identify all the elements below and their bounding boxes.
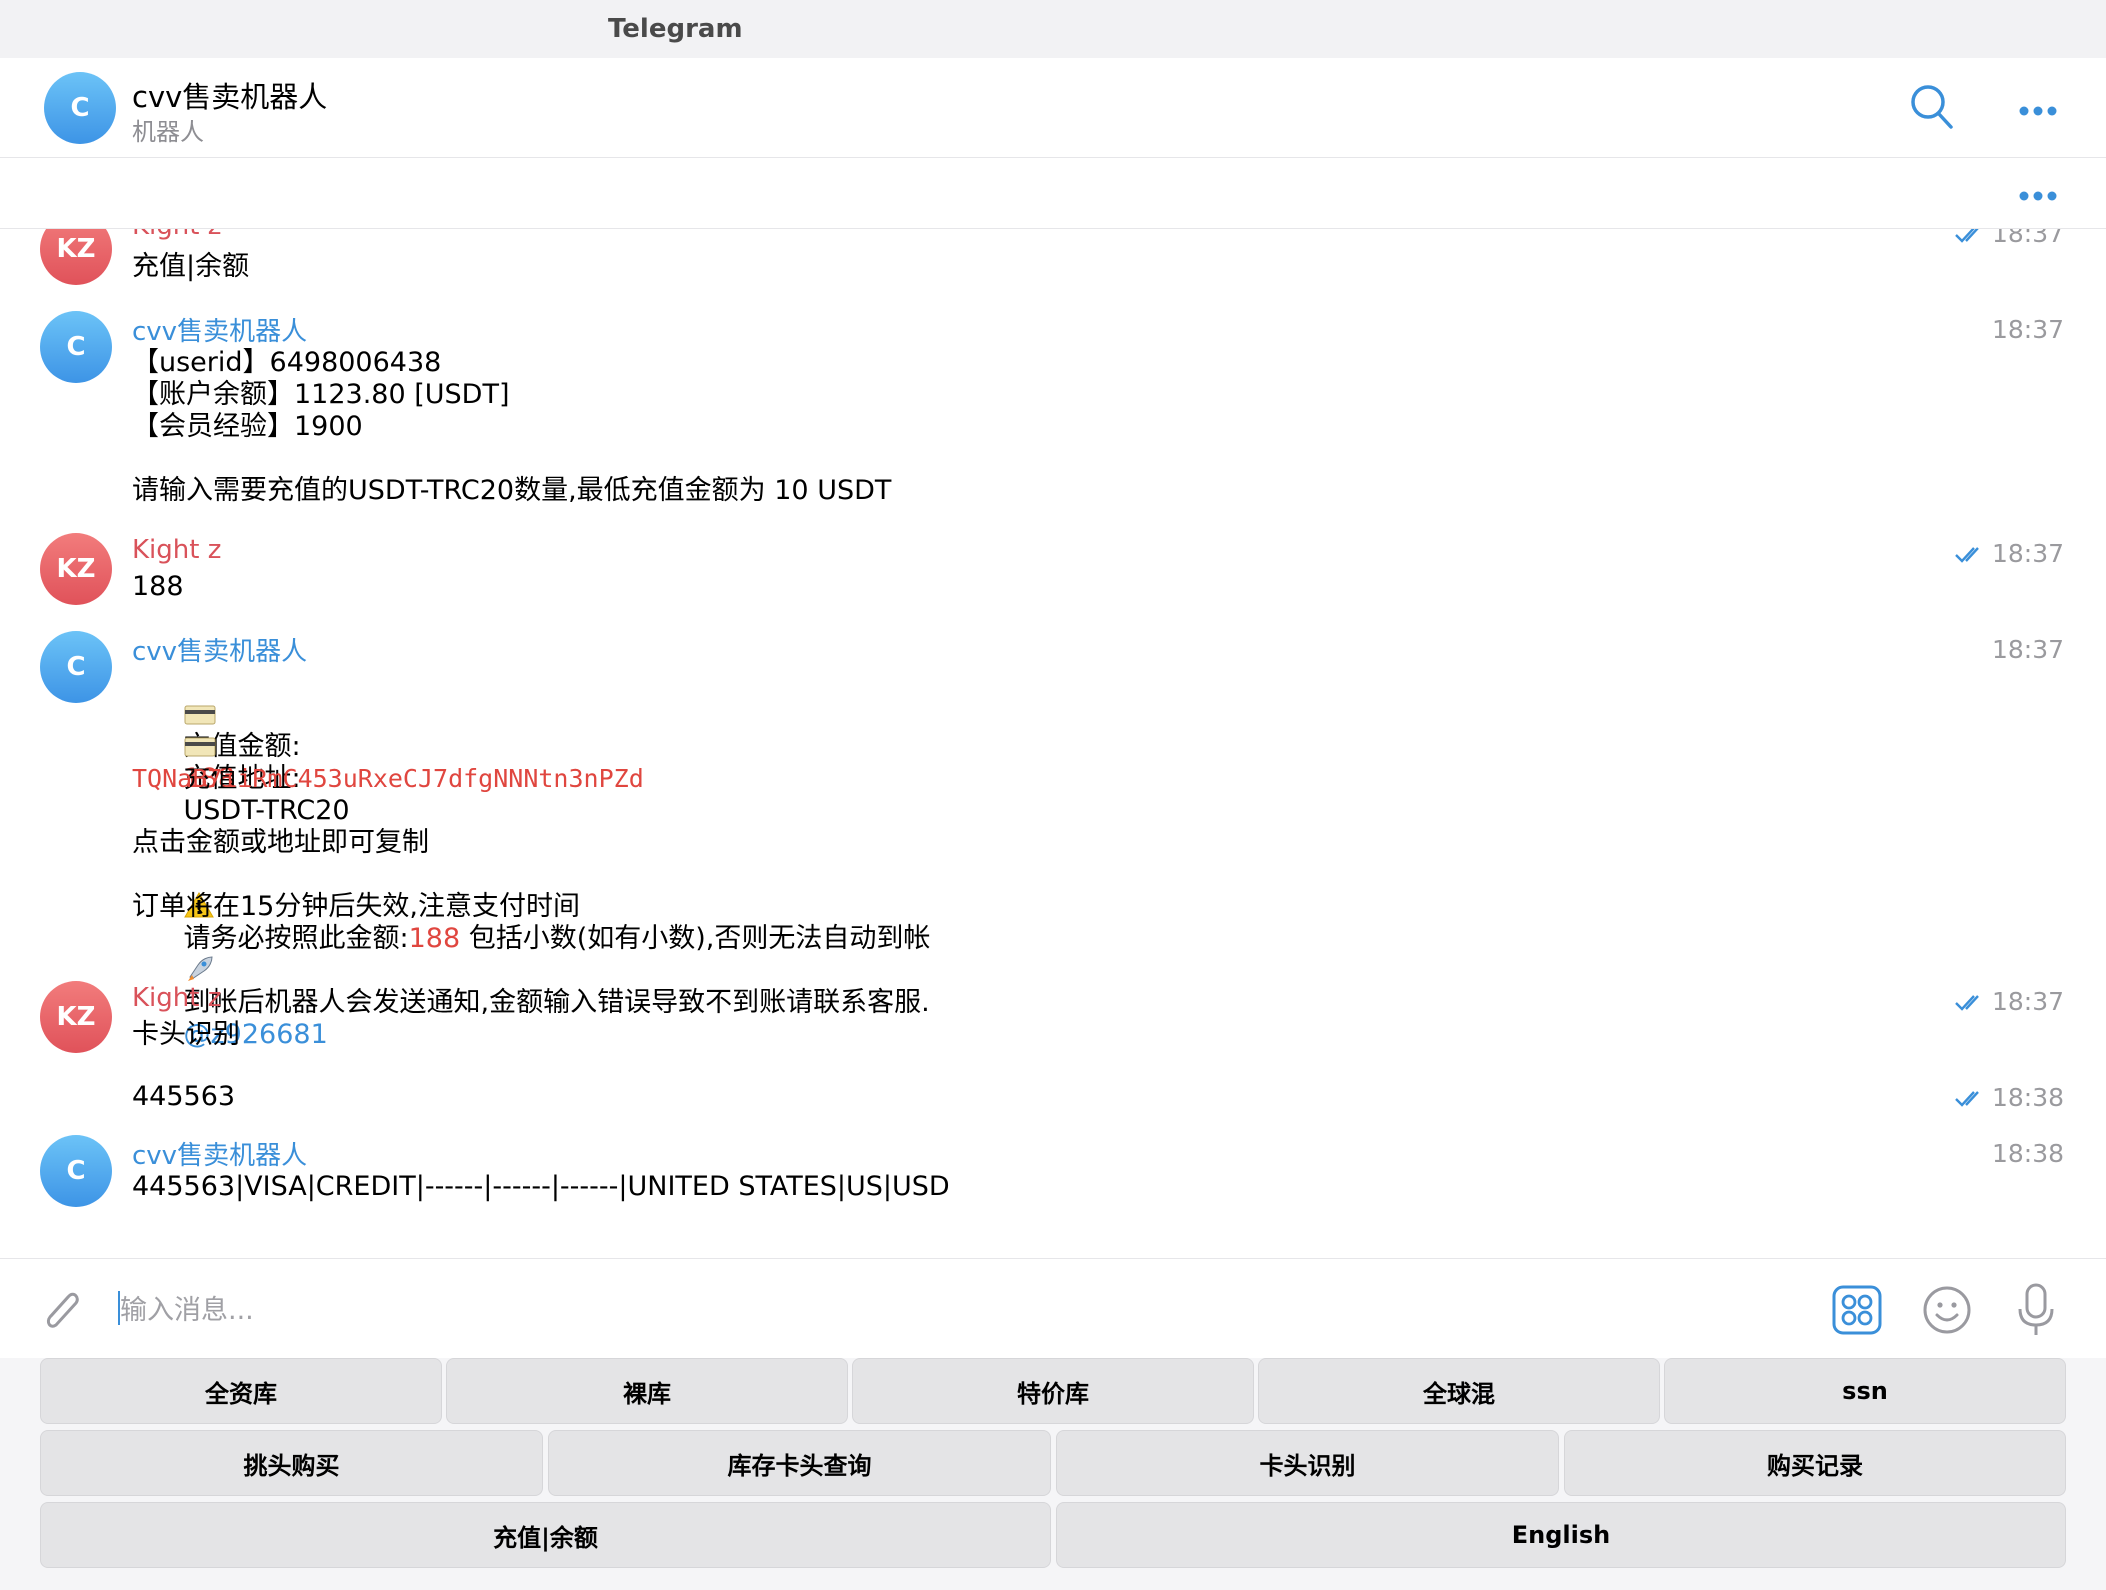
- message-list[interactable]: KZ Kight z 18:37 充值|余额 C cvv售卖机器人 18:37 …: [0, 229, 2106, 1258]
- avatar[interactable]: KZ: [40, 533, 112, 605]
- message-text: 请输入需要充值的USDT-TRC20数量,最低充值金额为 10 USDT: [132, 475, 892, 506]
- avatar[interactable]: KZ: [40, 229, 112, 285]
- message-text: 充值|余额: [132, 251, 250, 282]
- sender-name[interactable]: cvv售卖机器人: [132, 631, 307, 668]
- keyboard-button[interactable]: English: [1056, 1502, 2066, 1568]
- message-text: 【userid】6498006438: [132, 347, 442, 378]
- message-input[interactable]: [118, 1289, 1722, 1331]
- notify-line: 到帐后机器人会发送通知,金额输入错误导致不到账请联系客服. @z926681: [132, 923, 930, 1083]
- message-time: 18:37: [1954, 229, 2064, 250]
- keyboard-button[interactable]: 充值|余额: [40, 1502, 1051, 1568]
- search-icon[interactable]: [1910, 84, 1954, 134]
- chat-header: C cvv售卖机器人 机器人: [0, 58, 2106, 158]
- keyboard-button[interactable]: 库存卡头查询: [548, 1430, 1051, 1496]
- keyboard-button[interactable]: 购买记录: [1564, 1430, 2066, 1496]
- sender-name[interactable]: cvv售卖机器人: [132, 311, 307, 348]
- wallet-address[interactable]: TQNaB7iiRmC453uRxeCJ7dfgNNNtn3nPZd: [132, 763, 644, 795]
- message-text: 188: [132, 571, 184, 602]
- message-time: 18:37: [1954, 539, 2064, 570]
- sender-name[interactable]: cvv售卖机器人: [132, 1135, 307, 1172]
- keyboard-button[interactable]: 挑头购买: [40, 1430, 543, 1496]
- bot-reply-keyboard: 全资库 裸库 特价库 全球混 ssn 挑头购买 库存卡头查询 卡头识别 购买记录…: [0, 1358, 2106, 1590]
- message-text: 【账户余额】1123.80 [USDT]: [132, 379, 510, 410]
- message-time: 18:37: [1991, 635, 2064, 664]
- read-check-icon: [1954, 229, 1986, 250]
- sender-name[interactable]: Kight z: [132, 983, 221, 1013]
- avatar[interactable]: C: [40, 631, 112, 703]
- sender-name[interactable]: Kight z: [132, 535, 221, 565]
- copy-hint: 点击金额或地址即可复制: [132, 827, 429, 858]
- message-time: 18:38: [1991, 1139, 2064, 1168]
- chat-subtitle: 机器人: [132, 118, 204, 146]
- read-check-icon: [1954, 541, 1986, 570]
- bot-keyboard-icon[interactable]: [1832, 1285, 1882, 1339]
- window-titlebar: Telegram: [0, 0, 2106, 59]
- message-input-bar: [0, 1258, 2106, 1359]
- sender-name[interactable]: Kight z: [132, 229, 221, 241]
- message-time: 18:38: [1954, 1083, 2064, 1114]
- message-time: 18:37: [1991, 315, 2064, 344]
- message-text: 445563: [132, 1081, 236, 1112]
- keyboard-button[interactable]: 全球混: [1258, 1358, 1660, 1424]
- chat-name[interactable]: cvv售卖机器人: [132, 74, 327, 116]
- message-text: 卡头识别: [132, 1019, 240, 1050]
- keyboard-button[interactable]: ssn: [1664, 1358, 2066, 1424]
- avatar[interactable]: C: [40, 311, 112, 383]
- pinned-bar: [0, 158, 2106, 229]
- read-check-icon: [1954, 1085, 1986, 1114]
- keyboard-button[interactable]: 卡头识别: [1056, 1430, 1559, 1496]
- message-text: 【会员经验】1900: [132, 411, 363, 442]
- avatar[interactable]: C: [44, 72, 116, 144]
- expiry-note: 订单将在15分钟后失效,注意支付时间: [132, 891, 580, 922]
- emoji-icon[interactable]: [1922, 1285, 1972, 1339]
- keyboard-button[interactable]: 特价库: [852, 1358, 1254, 1424]
- window-title: Telegram: [608, 14, 743, 44]
- read-check-icon: [1954, 989, 1986, 1018]
- message-time: 18:37: [1954, 987, 2064, 1018]
- avatar[interactable]: KZ: [40, 981, 112, 1053]
- keyboard-button[interactable]: 裸库: [446, 1358, 848, 1424]
- message-text: 445563|VISA|CREDIT|------|------|------|…: [132, 1171, 950, 1202]
- more-icon[interactable]: [2018, 102, 2058, 121]
- attach-icon[interactable]: [38, 1285, 84, 1339]
- keyboard-button[interactable]: 全资库: [40, 1358, 442, 1424]
- credit-card-icon: [184, 731, 216, 762]
- microphone-icon[interactable]: [2016, 1283, 2056, 1341]
- more-icon[interactable]: [2018, 187, 2058, 206]
- rocket-icon: [184, 955, 214, 986]
- avatar[interactable]: C: [40, 1135, 112, 1207]
